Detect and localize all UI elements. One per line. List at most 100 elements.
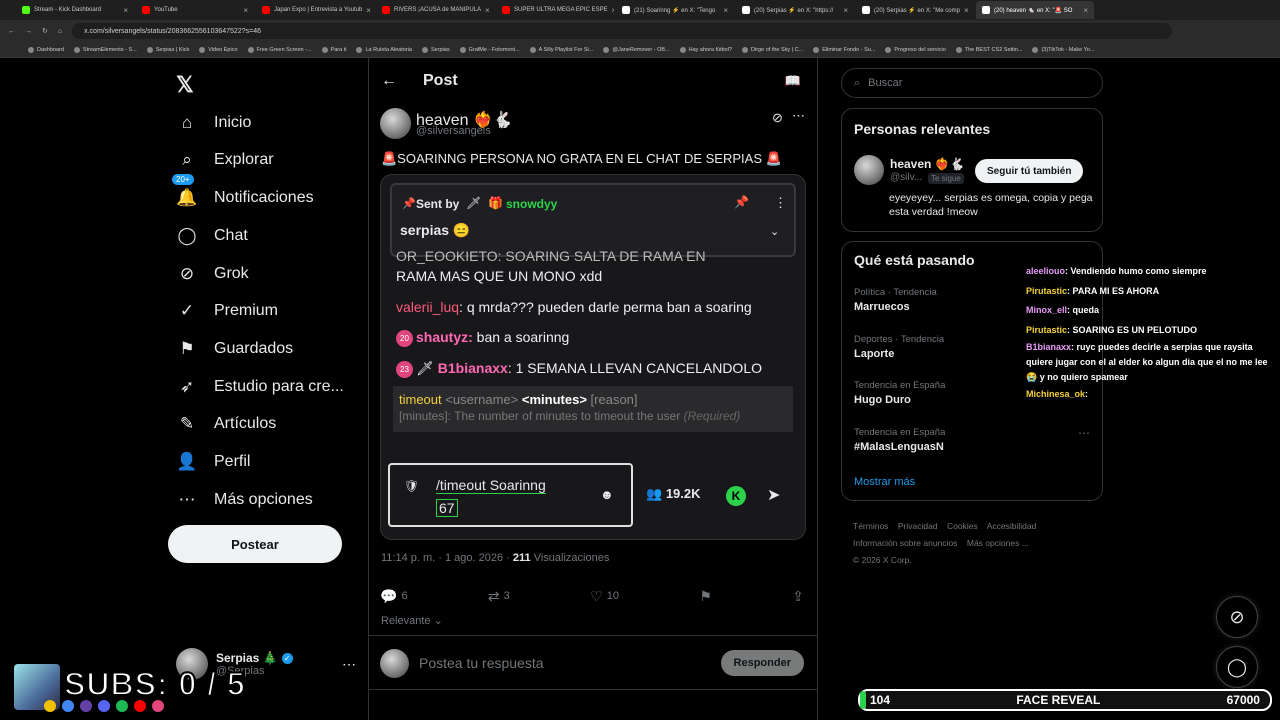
search-input[interactable]: ⌕ Buscar: [841, 68, 1103, 98]
chat-user[interactable]: valerii_luq: [396, 299, 459, 315]
relevant-user-name[interactable]: heaven ❤️‍🔥🐇: [890, 157, 965, 171]
bookmark-item[interactable]: Serpias: [421, 46, 450, 53]
back-arrow-icon[interactable]: ←: [381, 72, 397, 90]
reply-sort-dropdown[interactable]: Relevante ⌄: [381, 614, 443, 627]
post-timestamp[interactable]: 11:14 p. m. · 1 ago. 2026 ·: [381, 552, 513, 564]
follow-button[interactable]: Seguir tú también: [975, 159, 1084, 183]
trend-item[interactable]: Tendencia en España #MalasLenguasN: [854, 427, 945, 453]
bookmark-item[interactable]: Serpias | Kick: [146, 46, 189, 53]
close-icon[interactable]: ×: [366, 6, 371, 15]
bookmark-item[interactable]: @JaneRemover - OB...: [603, 46, 670, 53]
command-hint[interactable]: timeout <username> <minutes> [reason] [m…: [393, 386, 793, 432]
discord-icon[interactable]: [98, 700, 110, 712]
app-icon[interactable]: [152, 700, 164, 712]
url-input[interactable]: x.com/silversangels/status/2083662556103…: [72, 23, 1173, 39]
trend-item[interactable]: Política · Tendencia Marruecos: [854, 287, 937, 313]
reply-input[interactable]: Postea tu respuesta: [419, 655, 544, 671]
nav-item-estudio-para-cre-[interactable]: ➶ Estudio para cre...: [176, 369, 344, 405]
footer-link[interactable]: Información sobre anuncios: [853, 538, 957, 548]
browser-tab[interactable]: SUPER ULTRA MEGA EPIC ESPE ×: [496, 1, 614, 19]
chat-icon[interactable]: ◯: [1216, 646, 1258, 688]
bookmark-item[interactable]: Eliminar Fondo - Su...: [813, 46, 875, 53]
browser-tab[interactable]: Stream - Kick Dashboard ×: [16, 1, 134, 19]
nav-item-explorar[interactable]: ⌕ Explorar: [176, 142, 273, 178]
kick-logo-icon[interactable]: K: [726, 486, 746, 506]
grok-icon[interactable]: ⊘: [1216, 596, 1258, 638]
avatar[interactable]: [380, 108, 411, 139]
post-button[interactable]: Postear: [168, 525, 342, 563]
bookmark-item[interactable]: StreamElements - S...: [73, 46, 137, 53]
author-handle[interactable]: @silversangels: [416, 125, 491, 137]
browser-tab[interactable]: (21) Soarinng ⚡ en X: "Tengo ×: [616, 1, 734, 19]
browser-tab[interactable]: Japan Expo | Entrevista a Youtub ×: [256, 1, 374, 19]
reload-icon[interactable]: ↻: [42, 27, 48, 35]
emote-icon[interactable]: ☻: [600, 487, 614, 502]
reply-button[interactable]: 💬 6: [380, 588, 408, 605]
avatar[interactable]: [854, 155, 884, 185]
bookmark-item[interactable]: La Ruleta Aleatoria: [356, 46, 412, 53]
relevant-user-handle[interactable]: @silv...: [890, 172, 922, 183]
close-icon[interactable]: ×: [243, 6, 248, 15]
chrome-icon[interactable]: [62, 700, 74, 712]
more-icon[interactable]: ⋯: [342, 656, 356, 673]
reader-mode-icon[interactable]: 📖: [785, 73, 801, 89]
browser-tab[interactable]: RIVERS ¡ACUSA de MANIPULA ×: [376, 1, 494, 19]
forward-nav-icon[interactable]: →: [25, 28, 32, 35]
nav-item-más-opciones[interactable]: ⋯ Más opciones: [176, 482, 313, 518]
footer-link[interactable]: Privacidad: [898, 521, 938, 531]
repost-button[interactable]: ⇄ 3: [488, 588, 510, 605]
folder-icon[interactable]: [44, 700, 56, 712]
bookmark-item[interactable]: Video Epico: [199, 46, 238, 53]
bookmark-item[interactable]: The BEST CS2 Settin...: [955, 46, 1022, 53]
reply-submit-button[interactable]: Responder: [720, 650, 804, 676]
trend-item[interactable]: Deportes · Tendencia Laporte: [854, 334, 944, 360]
bookmark-item[interactable]: (3)TikTok - Make Yo...: [1032, 46, 1094, 53]
chat-input[interactable]: 🛡 /timeout Soarinng 67 ☻: [388, 463, 633, 527]
nav-item-perfil[interactable]: 👤 Perfil: [176, 444, 250, 480]
close-icon[interactable]: ×: [843, 6, 848, 15]
browser-tab[interactable]: (20) Serpias ⚡ en X: "https:// ×: [736, 1, 854, 19]
spotify-icon[interactable]: [116, 700, 128, 712]
pin-icon[interactable]: 📌: [734, 195, 749, 209]
more-icon[interactable]: ⋮: [774, 195, 787, 211]
home-nav-icon[interactable]: ⌂: [58, 28, 62, 35]
close-icon[interactable]: ×: [612, 6, 614, 15]
more-icon[interactable]: ⋯: [1078, 426, 1090, 440]
nav-item-artículos[interactable]: ✎ Artículos: [176, 406, 276, 442]
bookmark-item[interactable]: A Silly Playlist For Si...: [529, 46, 593, 53]
grok-icon[interactable]: ⊘: [772, 110, 783, 126]
send-icon[interactable]: ➤: [767, 485, 780, 505]
chevron-down-icon[interactable]: ⌄: [770, 225, 779, 238]
bookmark-item[interactable]: Para ti: [321, 46, 346, 53]
close-icon[interactable]: ×: [485, 6, 490, 15]
back-nav-icon[interactable]: ←: [8, 28, 15, 35]
x-logo-icon[interactable]: 𝕏: [176, 72, 200, 97]
bookmark-button[interactable]: ⚑: [699, 588, 712, 605]
footer-link[interactable]: Términos: [853, 521, 888, 531]
footer-link[interactable]: Más opciones ...: [967, 538, 1029, 548]
browser-tab[interactable]: YouTube ×: [136, 1, 254, 19]
like-button[interactable]: ♡ 10: [590, 588, 619, 605]
chat-user[interactable]: B1bianaxx: [438, 360, 508, 376]
bookmark-item[interactable]: Dirge of the Sky | C...: [742, 46, 803, 53]
bookmark-item[interactable]: GrafMe - Fotomont...: [459, 46, 520, 53]
bookmark-item[interactable]: Progreso del servicio: [885, 46, 946, 53]
share-button[interactable]: ⇪: [792, 588, 804, 605]
close-icon[interactable]: ×: [723, 6, 728, 15]
nav-item-inicio[interactable]: ⌂ Inicio: [176, 105, 252, 141]
nav-item-grok[interactable]: ⊘ Grok: [176, 256, 249, 292]
bookmark-item[interactable]: Dashboard: [28, 46, 64, 53]
app-icon[interactable]: [134, 700, 146, 712]
bookmark-item[interactable]: Hay ahora fútbol?: [679, 46, 732, 53]
nav-item-chat[interactable]: ◯ Chat: [176, 218, 247, 254]
close-icon[interactable]: ×: [1083, 6, 1088, 15]
close-icon[interactable]: ×: [123, 6, 128, 15]
nav-item-guardados[interactable]: ⚑ Guardados: [176, 331, 293, 367]
footer-link[interactable]: Accesibilidad: [987, 521, 1037, 531]
nav-item-premium[interactable]: ✓ Premium: [176, 293, 278, 329]
browser-tab[interactable]: (20) Serpias ⚡ en X: "Me comp ×: [856, 1, 974, 19]
trend-item[interactable]: Tendencia en España Hugo Duro: [854, 380, 945, 406]
show-more-link[interactable]: Mostrar más: [854, 476, 915, 488]
chat-user[interactable]: shautyz:: [416, 329, 473, 345]
more-icon[interactable]: ⋯: [792, 108, 805, 124]
